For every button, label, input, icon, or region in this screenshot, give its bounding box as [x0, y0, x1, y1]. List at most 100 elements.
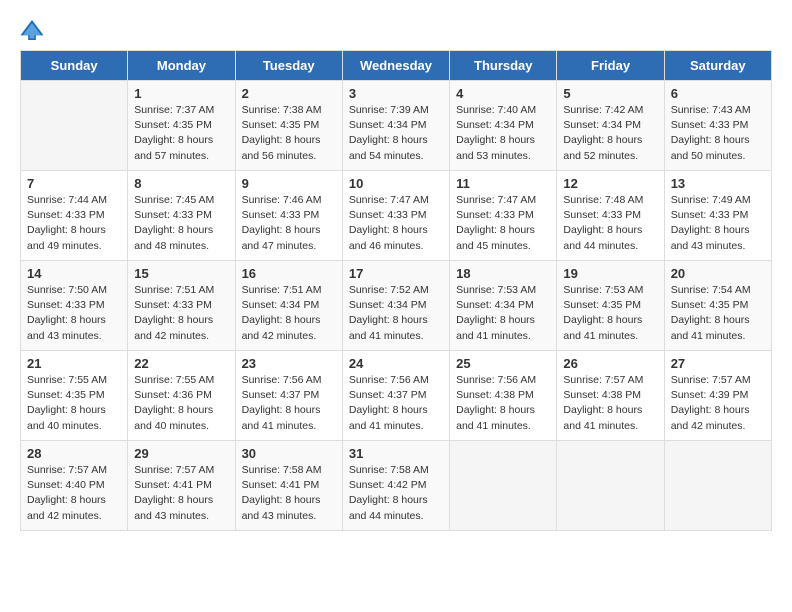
day-number: 14 [27, 266, 121, 281]
col-header-wednesday: Wednesday [342, 51, 449, 81]
day-info: Sunrise: 7:52 AMSunset: 4:34 PMDaylight:… [349, 283, 443, 344]
day-info: Sunrise: 7:57 AMSunset: 4:41 PMDaylight:… [134, 463, 228, 524]
day-info: Sunrise: 7:37 AMSunset: 4:35 PMDaylight:… [134, 103, 228, 164]
day-number: 11 [456, 176, 550, 191]
day-number: 25 [456, 356, 550, 371]
calendar-cell: 3 Sunrise: 7:39 AMSunset: 4:34 PMDaylight… [342, 81, 449, 171]
day-info: Sunrise: 7:46 AMSunset: 4:33 PMDaylight:… [242, 193, 336, 254]
day-info: Sunrise: 7:56 AMSunset: 4:37 PMDaylight:… [349, 373, 443, 434]
day-number: 6 [671, 86, 765, 101]
calendar-cell: 8Sunrise: 7:45 AMSunset: 4:33 PMDaylight… [128, 171, 235, 261]
day-info: Sunrise: 7:55 AMSunset: 4:36 PMDaylight:… [134, 373, 228, 434]
calendar-cell: 17 Sunrise: 7:52 AMSunset: 4:34 PMDayligh… [342, 261, 449, 351]
day-number: 7 [27, 176, 121, 191]
calendar-cell: 15 Sunrise: 7:51 AMSunset: 4:33 PMDayligh… [128, 261, 235, 351]
calendar-cell: 2 Sunrise: 7:38 AMSunset: 4:35 PMDaylight… [235, 81, 342, 171]
day-info: Sunrise: 7:58 AMSunset: 4:41 PMDaylight:… [242, 463, 336, 524]
day-number: 4 [456, 86, 550, 101]
day-info: Sunrise: 7:51 AMSunset: 4:33 PMDaylight:… [134, 283, 228, 344]
calendar-cell: 5Sunrise: 7:42 AMSunset: 4:34 PMDaylight… [557, 81, 664, 171]
col-header-saturday: Saturday [664, 51, 771, 81]
calendar-cell: 16 Sunrise: 7:51 AMSunset: 4:34 PMDayligh… [235, 261, 342, 351]
day-info: Sunrise: 7:44 AMSunset: 4:33 PMDaylight:… [27, 193, 121, 254]
calendar-cell [21, 81, 128, 171]
calendar-cell: 21 Sunrise: 7:55 AMSunset: 4:35 PMDayligh… [21, 351, 128, 441]
calendar-cell: 11 Sunrise: 7:47 AMSunset: 4:33 PMDayligh… [450, 171, 557, 261]
day-number: 13 [671, 176, 765, 191]
col-header-friday: Friday [557, 51, 664, 81]
day-number: 2 [242, 86, 336, 101]
day-info: Sunrise: 7:49 AMSunset: 4:33 PMDaylight:… [671, 193, 765, 254]
day-info: Sunrise: 7:55 AMSunset: 4:35 PMDaylight:… [27, 373, 121, 434]
day-number: 21 [27, 356, 121, 371]
day-info: Sunrise: 7:47 AMSunset: 4:33 PMDaylight:… [456, 193, 550, 254]
calendar-cell: 28 Sunrise: 7:57 AMSunset: 4:40 PMDayligh… [21, 441, 128, 531]
day-number: 24 [349, 356, 443, 371]
col-header-sunday: Sunday [21, 51, 128, 81]
calendar-cell: 29Sunrise: 7:57 AMSunset: 4:41 PMDayligh… [128, 441, 235, 531]
day-info: Sunrise: 7:40 AMSunset: 4:34 PMDaylight:… [456, 103, 550, 164]
day-number: 26 [563, 356, 657, 371]
page-header [20, 20, 772, 40]
day-info: Sunrise: 7:57 AMSunset: 4:39 PMDaylight:… [671, 373, 765, 434]
day-info: Sunrise: 7:50 AMSunset: 4:33 PMDaylight:… [27, 283, 121, 344]
day-info: Sunrise: 7:38 AMSunset: 4:35 PMDaylight:… [242, 103, 336, 164]
calendar-cell: 19 Sunrise: 7:53 AMSunset: 4:35 PMDayligh… [557, 261, 664, 351]
day-number: 3 [349, 86, 443, 101]
day-info: Sunrise: 7:43 AMSunset: 4:33 PMDaylight:… [671, 103, 765, 164]
day-number: 19 [563, 266, 657, 281]
calendar-cell: 14 Sunrise: 7:50 AMSunset: 4:33 PMDayligh… [21, 261, 128, 351]
calendar-cell: 25 Sunrise: 7:56 AMSunset: 4:38 PMDayligh… [450, 351, 557, 441]
day-number: 18 [456, 266, 550, 281]
day-number: 9 [242, 176, 336, 191]
day-info: Sunrise: 7:57 AMSunset: 4:38 PMDaylight:… [563, 373, 657, 434]
logo-icon [20, 20, 44, 40]
calendar-cell: 6 Sunrise: 7:43 AMSunset: 4:33 PMDaylight… [664, 81, 771, 171]
col-header-monday: Monday [128, 51, 235, 81]
calendar-cell: 20Sunrise: 7:54 AMSunset: 4:35 PMDayligh… [664, 261, 771, 351]
calendar-cell: 7 Sunrise: 7:44 AMSunset: 4:33 PMDaylight… [21, 171, 128, 261]
day-number: 1 [134, 86, 228, 101]
day-number: 30 [242, 446, 336, 461]
day-info: Sunrise: 7:56 AMSunset: 4:37 PMDaylight:… [242, 373, 336, 434]
calendar-cell: 9 Sunrise: 7:46 AMSunset: 4:33 PMDaylight… [235, 171, 342, 261]
calendar-cell: 27 Sunrise: 7:57 AMSunset: 4:39 PMDayligh… [664, 351, 771, 441]
day-info: Sunrise: 7:56 AMSunset: 4:38 PMDaylight:… [456, 373, 550, 434]
day-number: 16 [242, 266, 336, 281]
col-header-thursday: Thursday [450, 51, 557, 81]
day-number: 27 [671, 356, 765, 371]
day-info: Sunrise: 7:51 AMSunset: 4:34 PMDaylight:… [242, 283, 336, 344]
calendar-cell: 4 Sunrise: 7:40 AMSunset: 4:34 PMDaylight… [450, 81, 557, 171]
calendar-cell: 31Sunrise: 7:58 AMSunset: 4:42 PMDayligh… [342, 441, 449, 531]
logo [20, 20, 48, 40]
calendar-cell: 23 Sunrise: 7:56 AMSunset: 4:37 PMDayligh… [235, 351, 342, 441]
day-number: 12 [563, 176, 657, 191]
calendar-cell [664, 441, 771, 531]
day-number: 20 [671, 266, 765, 281]
day-info: Sunrise: 7:53 AMSunset: 4:34 PMDaylight:… [456, 283, 550, 344]
day-info: Sunrise: 7:39 AMSunset: 4:34 PMDaylight:… [349, 103, 443, 164]
calendar-cell: 18 Sunrise: 7:53 AMSunset: 4:34 PMDayligh… [450, 261, 557, 351]
day-number: 15 [134, 266, 228, 281]
day-number: 28 [27, 446, 121, 461]
day-info: Sunrise: 7:58 AMSunset: 4:42 PMDaylight:… [349, 463, 443, 524]
day-info: Sunrise: 7:57 AMSunset: 4:40 PMDaylight:… [27, 463, 121, 524]
calendar-cell [557, 441, 664, 531]
day-info: Sunrise: 7:45 AMSunset: 4:33 PMDaylight:… [134, 193, 228, 254]
calendar-cell: 13 Sunrise: 7:49 AMSunset: 4:33 PMDayligh… [664, 171, 771, 261]
day-info: Sunrise: 7:48 AMSunset: 4:33 PMDaylight:… [563, 193, 657, 254]
calendar-cell: 1 Sunrise: 7:37 AMSunset: 4:35 PMDaylight… [128, 81, 235, 171]
calendar-cell: 30 Sunrise: 7:58 AMSunset: 4:41 PMDayligh… [235, 441, 342, 531]
day-info: Sunrise: 7:53 AMSunset: 4:35 PMDaylight:… [563, 283, 657, 344]
calendar-cell: 24 Sunrise: 7:56 AMSunset: 4:37 PMDayligh… [342, 351, 449, 441]
calendar-cell: 10Sunrise: 7:47 AMSunset: 4:33 PMDayligh… [342, 171, 449, 261]
calendar-cell: 22 Sunrise: 7:55 AMSunset: 4:36 PMDayligh… [128, 351, 235, 441]
day-number: 22 [134, 356, 228, 371]
day-number: 23 [242, 356, 336, 371]
col-header-tuesday: Tuesday [235, 51, 342, 81]
calendar-cell: 26 Sunrise: 7:57 AMSunset: 4:38 PMDayligh… [557, 351, 664, 441]
day-number: 17 [349, 266, 443, 281]
day-info: Sunrise: 7:47 AMSunset: 4:33 PMDaylight:… [349, 193, 443, 254]
calendar-cell: 12 Sunrise: 7:48 AMSunset: 4:33 PMDayligh… [557, 171, 664, 261]
day-number: 5 [563, 86, 657, 101]
